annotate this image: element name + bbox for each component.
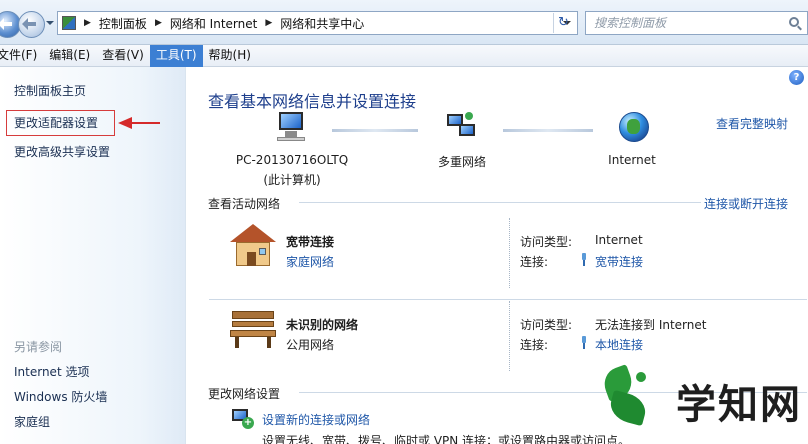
- chevron-right-icon[interactable]: ▶: [155, 18, 162, 28]
- refresh-icon[interactable]: ↻: [553, 13, 573, 33]
- leaf-logo-icon: [596, 364, 658, 428]
- divider: [509, 218, 510, 288]
- multiple-networks-icon: [445, 112, 477, 142]
- network-name: 宽带连接: [286, 235, 335, 249]
- view-full-map-link[interactable]: 查看完整映射: [716, 115, 788, 132]
- connections-label: 连接:: [520, 338, 549, 352]
- forward-arrow-icon: [22, 18, 36, 30]
- watermark-text: 学知网: [676, 381, 802, 428]
- recent-pages-dropdown-icon[interactable]: [46, 21, 54, 25]
- active-networks-heading: 查看活动网络: [208, 197, 281, 211]
- network-sharing-center-window: ▶ 控制面板 ▶ 网络和 Internet ▶ 网络和共享中心 ↻ 搜索控制面板…: [0, 0, 808, 444]
- access-type-value: Internet: [595, 233, 643, 247]
- divider: [509, 301, 510, 371]
- change-settings-heading: 更改网络设置: [208, 387, 281, 401]
- annotation-arrow-icon: [118, 117, 160, 129]
- homegroup-link[interactable]: 家庭组: [14, 413, 50, 430]
- connect-disconnect-link[interactable]: 连接或断开连接: [704, 195, 788, 212]
- menu-help[interactable]: 帮助(H): [203, 45, 257, 67]
- internet-globe-icon: [619, 112, 649, 142]
- connection-link[interactable]: 宽带连接: [595, 253, 643, 270]
- breadcrumb-control-panel[interactable]: 控制面板: [99, 15, 147, 32]
- watermark-logo: 学知网: [592, 362, 808, 432]
- menu-edit[interactable]: 编辑(E): [43, 45, 96, 67]
- internet-label: Internet: [608, 153, 656, 167]
- access-type-value: 无法连接到 Internet: [595, 318, 707, 332]
- connection-line: [332, 129, 418, 132]
- breadcrumb-network-internet[interactable]: 网络和 Internet: [170, 15, 257, 32]
- task-pane: 控制面板主页 更改适配器设置 更改高级共享设置 另请参阅 Internet 选项…: [0, 67, 186, 444]
- multiple-networks-label: 多重网络: [437, 155, 486, 169]
- internet-options-link[interactable]: Internet 选项: [14, 363, 89, 380]
- public-network-icon: [230, 309, 276, 349]
- see-also-heading: 另请参阅: [14, 340, 63, 354]
- divider: [299, 202, 701, 203]
- new-connection-icon: +: [232, 409, 254, 429]
- search-input[interactable]: 搜索控制面板: [585, 11, 808, 35]
- network-category: 公用网络: [286, 338, 335, 352]
- control-panel-home-link[interactable]: 控制面板主页: [14, 82, 86, 99]
- search-placeholder: 搜索控制面板: [594, 16, 667, 30]
- network-name: 未识别的网络: [286, 318, 359, 332]
- control-panel-icon: [62, 16, 76, 30]
- windows-firewall-link[interactable]: Windows 防火墙: [14, 388, 107, 405]
- setup-new-connection-link[interactable]: 设置新的连接或网络: [262, 411, 370, 428]
- chevron-right-icon[interactable]: ▶: [84, 18, 91, 28]
- connection-line: [503, 129, 593, 132]
- connection-plug-icon: [580, 253, 588, 266]
- chevron-right-icon[interactable]: ▶: [265, 18, 272, 28]
- divider: [209, 299, 807, 300]
- back-arrow-icon: [0, 18, 12, 30]
- computer-name: PC-20130716OLTQ: [235, 153, 349, 167]
- page-title: 查看基本网络信息并设置连接: [208, 92, 417, 111]
- connection-plug-icon: [580, 336, 588, 349]
- access-type-label: 访问类型:: [520, 235, 573, 249]
- network-category-link[interactable]: 家庭网络: [286, 253, 334, 270]
- change-advanced-sharing-link[interactable]: 更改高级共享设置: [14, 143, 110, 160]
- menu-file[interactable]: 文件(F): [0, 45, 43, 67]
- search-icon[interactable]: [789, 17, 799, 27]
- connections-label: 连接:: [520, 255, 549, 269]
- help-icon[interactable]: ?: [789, 70, 804, 85]
- breadcrumb[interactable]: ▶ 控制面板 ▶ 网络和 Internet ▶ 网络和共享中心: [57, 11, 578, 35]
- connection-link[interactable]: 本地连接: [595, 336, 643, 353]
- menu-bar: 文件(F) 编辑(E) 查看(V) 工具(T) 帮助(H): [0, 45, 808, 67]
- address-bar: ▶ 控制面板 ▶ 网络和 Internet ▶ 网络和共享中心 ↻ 搜索控制面板: [0, 0, 808, 45]
- menu-tools[interactable]: 工具(T): [149, 45, 203, 67]
- breadcrumb-network-sharing-center[interactable]: 网络和共享中心: [280, 15, 364, 32]
- change-adapter-settings-link[interactable]: 更改适配器设置: [6, 110, 115, 136]
- menu-view[interactable]: 查看(V): [96, 45, 150, 67]
- computer-subtitle: (此计算机): [263, 173, 321, 187]
- access-type-label: 访问类型:: [520, 318, 573, 332]
- home-network-icon: [228, 224, 278, 268]
- computer-icon: [275, 112, 307, 142]
- setup-description: 设置无线、宽带、拨号、临时或 VPN 连接；或设置路由器或访问点。: [262, 434, 631, 444]
- forward-button[interactable]: [18, 11, 45, 38]
